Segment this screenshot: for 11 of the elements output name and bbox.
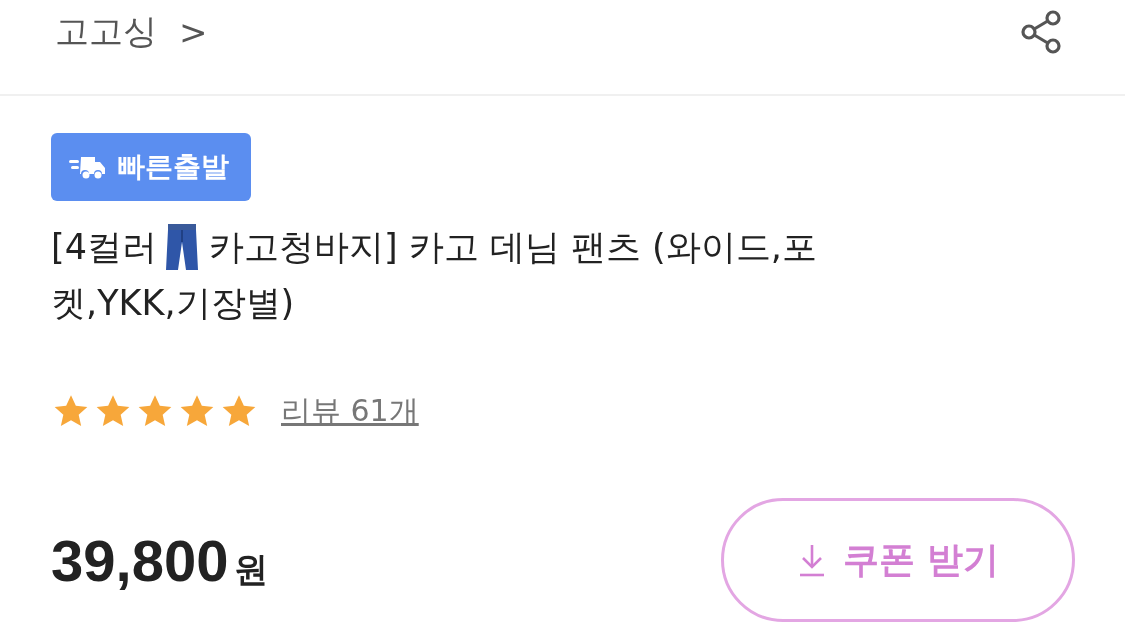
review-link[interactable]: 리뷰 61개 (281, 391, 419, 432)
truck-icon (69, 154, 107, 180)
jeans-icon (164, 223, 199, 271)
product-title: 카고청바지] 카고 데님 팬츠 (와이드,포 (208, 226, 817, 269)
store-name[interactable]: 고고싱 (55, 9, 157, 55)
badge-label: 빠른출발 (117, 149, 229, 185)
product-title: 켓,YKK,기장별) (51, 282, 295, 325)
product-title: [4컬러 (51, 226, 157, 269)
price-unit: 원 (234, 547, 269, 591)
chevron[interactable]: > (179, 12, 208, 52)
price-amount: 39,800 (51, 526, 229, 594)
